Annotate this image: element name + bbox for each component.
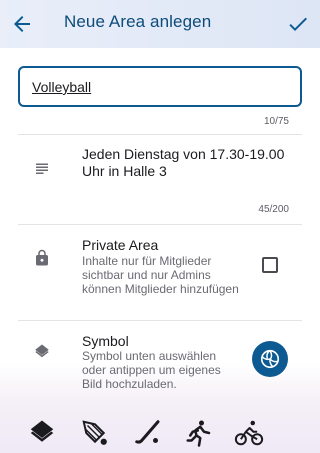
page-title: Neue Area anlegen: [64, 12, 212, 31]
cycling-icon[interactable]: [234, 418, 264, 448]
divider: [18, 320, 302, 321]
symbol-title: Symbol: [82, 333, 129, 349]
lock-icon: [36, 249, 48, 266]
badminton-shuttlecock-icon[interactable]: [80, 418, 110, 448]
symbol-options-bar: [0, 414, 320, 450]
description-text[interactable]: Jeden Dienstag von 17.30-19.00 Uhr in Ha…: [82, 146, 302, 180]
private-area-title: Private Area: [82, 237, 159, 253]
layers-icon[interactable]: [27, 418, 57, 448]
area-name-field[interactable]: [18, 66, 302, 107]
name-char-counter: 10/75: [263, 116, 289, 127]
selected-symbol-button[interactable]: [252, 341, 288, 377]
volleyball-icon: [260, 349, 280, 369]
notes-icon: [36, 163, 48, 174]
layers-icon: [35, 344, 49, 358]
running-icon[interactable]: [184, 418, 214, 448]
check-icon[interactable]: [286, 12, 310, 36]
private-area-checkbox[interactable]: [262, 257, 278, 273]
private-area-subtitle: Inhalte nur für Mitglieder sichtbar und …: [82, 254, 239, 296]
symbol-subtitle: Symbol unten auswählen oder antippen um …: [82, 349, 221, 391]
hockey-stick-icon[interactable]: [133, 418, 163, 448]
app-bar: Neue Area anlegen: [0, 0, 320, 48]
arrow-left-icon[interactable]: [10, 12, 34, 36]
divider: [18, 224, 302, 225]
divider: [18, 134, 302, 135]
area-name-input[interactable]: [32, 77, 288, 97]
description-char-counter: 45/200: [258, 204, 289, 215]
